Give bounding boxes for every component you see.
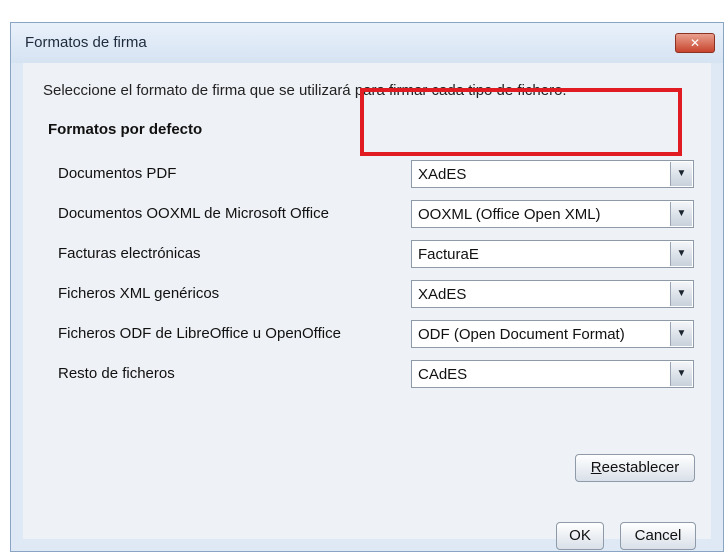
- chevron-down-icon[interactable]: ▼: [670, 202, 692, 226]
- select-ficheros-xml[interactable]: XAdES ▼: [411, 280, 694, 308]
- select-ficheros-odf[interactable]: ODF (Open Document Format) ▼: [411, 320, 694, 348]
- label-ficheros-odf: Ficheros ODF de LibreOffice u OpenOffice: [58, 325, 341, 342]
- select-value: ODF (Open Document Format): [418, 326, 625, 343]
- select-resto-ficheros[interactable]: CAdES ▼: [411, 360, 694, 388]
- ok-button[interactable]: OK: [556, 522, 604, 550]
- select-documentos-pdf[interactable]: XAdES ▼: [411, 160, 694, 188]
- select-value: OOXML (Office Open XML): [418, 206, 601, 223]
- section-title: Formatos por defecto: [48, 121, 203, 138]
- label-ficheros-xml: Ficheros XML genéricos: [58, 285, 220, 302]
- select-facturas-electronicas[interactable]: FacturaE ▼: [411, 240, 694, 268]
- cancel-button[interactable]: Cancel: [620, 522, 696, 550]
- label-documentos-pdf: Documentos PDF: [58, 165, 177, 182]
- select-value: CAdES: [418, 366, 468, 383]
- select-value: XAdES: [418, 166, 467, 183]
- chevron-down-icon[interactable]: ▼: [670, 242, 692, 266]
- label-facturas-electronicas: Facturas electrónicas: [58, 245, 201, 262]
- select-value: XAdES: [418, 286, 467, 303]
- label-documentos-ooxml: Documentos OOXML de Microsoft Office: [58, 205, 329, 222]
- window-title: Formatos de firma: [25, 34, 147, 51]
- label-resto-ficheros: Resto de ficheros: [58, 365, 175, 382]
- select-documentos-ooxml[interactable]: OOXML (Office Open XML) ▼: [411, 200, 694, 228]
- close-button[interactable]: ✕: [675, 33, 715, 53]
- select-value: FacturaE: [418, 246, 479, 263]
- chevron-down-icon[interactable]: ▼: [670, 322, 692, 346]
- close-icon: ✕: [689, 36, 701, 50]
- chevron-down-icon[interactable]: ▼: [670, 162, 692, 186]
- highlight-annotation: [360, 88, 682, 156]
- chevron-down-icon[interactable]: ▼: [670, 282, 692, 306]
- chevron-down-icon[interactable]: ▼: [670, 362, 692, 386]
- reset-button[interactable]: Reestablecer: [575, 454, 695, 482]
- title-bar[interactable]: Formatos de firma ✕: [11, 23, 723, 63]
